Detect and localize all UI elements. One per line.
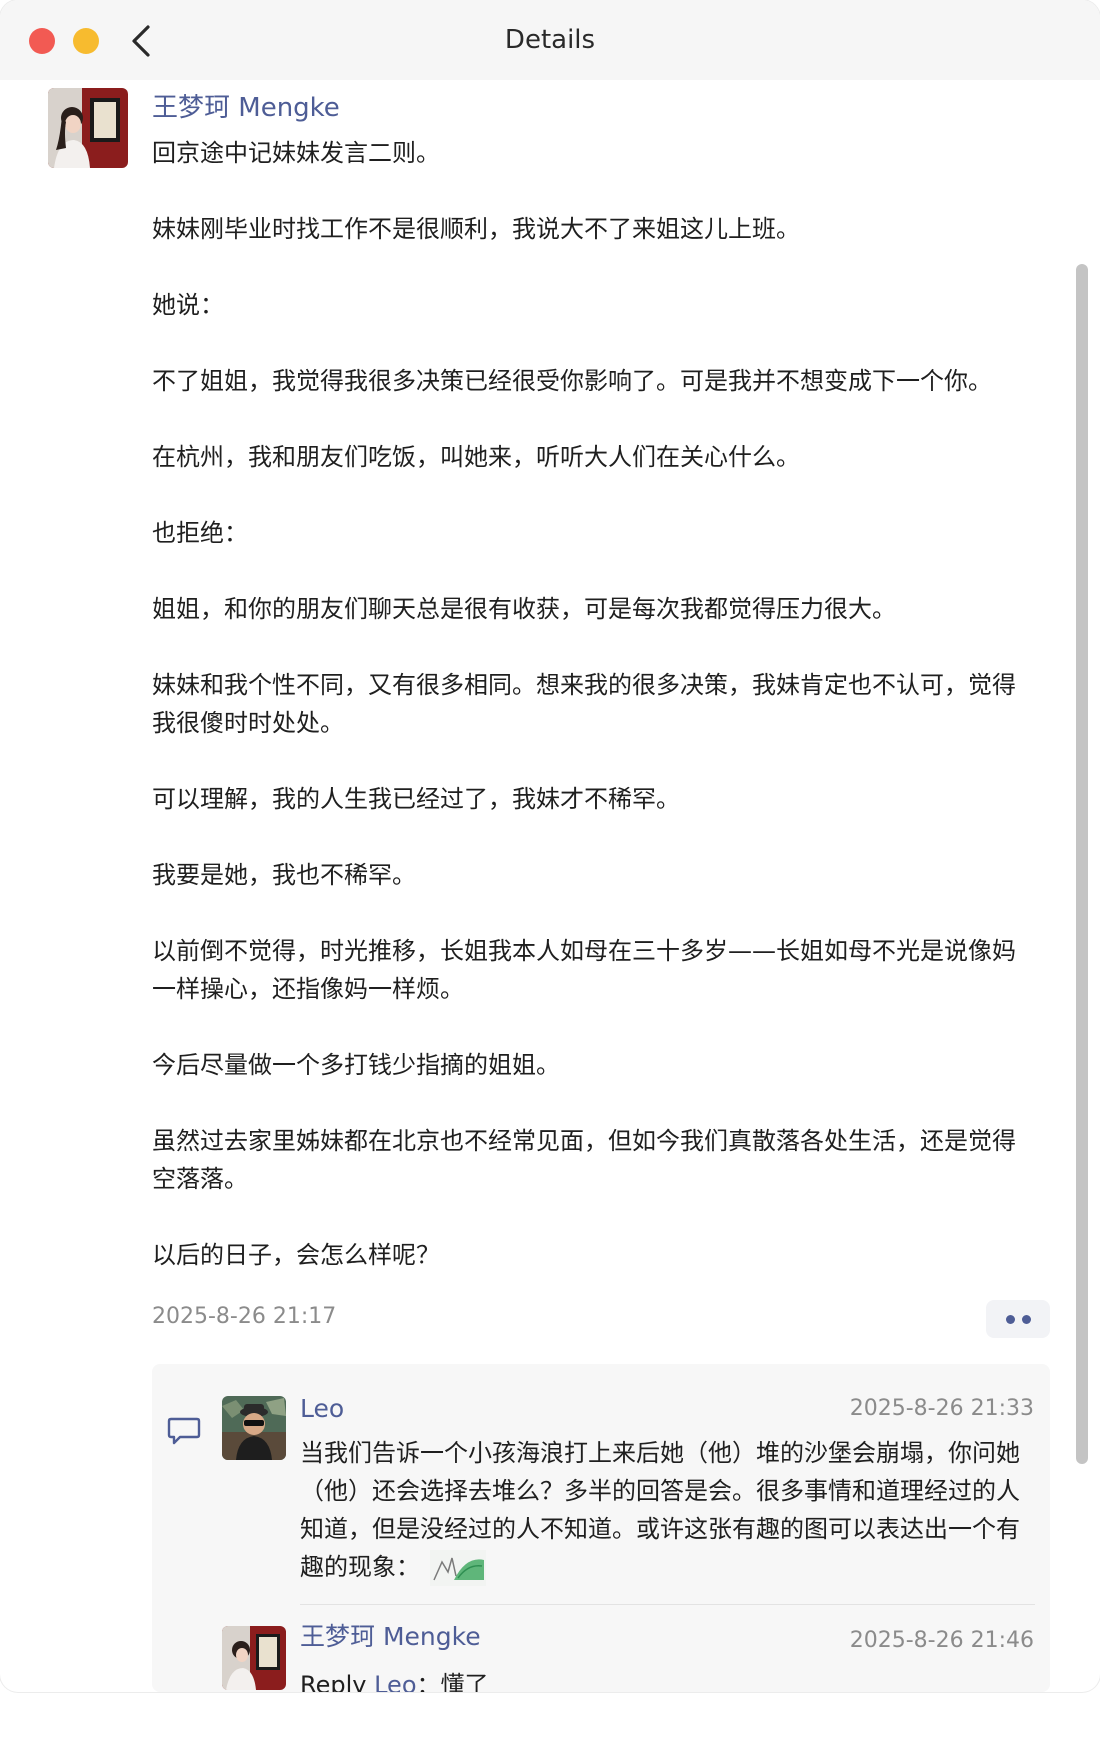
comment-timestamp: 2025-8-26 21:33	[849, 1396, 1034, 1421]
more-dot-icon	[1006, 1315, 1015, 1324]
post-paragraph: 回京途中记妹妹发言二则。	[152, 139, 440, 167]
post-paragraph: 姐姐，和你的朋友们聊天总是很有收获，可是每次我都觉得压力很大。	[152, 595, 896, 623]
post-paragraph: 也拒绝：	[152, 519, 248, 547]
post-paragraph: 可以理解，我的人生我已经过了，我妹才不稀罕。	[152, 785, 680, 813]
post-paragraph: 不了姐姐，我觉得我很多决策已经很受你影响了。可是我并不想变成下一个你。	[152, 367, 992, 395]
author-avatar[interactable]	[48, 88, 128, 168]
post-paragraph: 虽然过去家里姊妹都在北京也不经常见面，但如今我们真散落各处生活，还是觉得空落落。	[152, 1127, 1016, 1193]
more-options-button[interactable]	[986, 1300, 1050, 1338]
author-avatar-image	[48, 88, 128, 168]
more-dot-icon	[1022, 1315, 1031, 1324]
post-paragraph: 在杭州，我和朋友们吃饭，叫她来，听听大人们在关心什么。	[152, 443, 800, 471]
window-title: Details	[504, 25, 596, 55]
commenter-avatar[interactable]	[222, 1396, 286, 1460]
post-paragraph: 今后尽量做一个多打钱少指摘的姐姐。	[152, 1051, 560, 1079]
comment-bubble-icon	[167, 1417, 201, 1445]
commenter-avatar-image	[222, 1626, 286, 1690]
post-paragraph: 妹妹和我个性不同，又有很多相同。想来我的很多决策，我妹肯定也不认可，觉得我很傻时…	[152, 671, 1016, 737]
comment-image-thumbnail[interactable]	[430, 1550, 486, 1586]
reply-text: Reply Leo：懂了	[300, 1666, 489, 1692]
scrollbar-thumb[interactable]	[1076, 264, 1088, 1464]
post-paragraph: 以前倒不觉得，时光推移，长姐我本人如母在三十多岁——长姐如母不光是说像妈一样操心…	[152, 937, 1016, 1003]
comment-divider	[300, 1604, 1035, 1605]
commenter-avatar[interactable]	[222, 1626, 286, 1690]
post-body: 回京途中记妹妹发言二则。 妹妹刚毕业时找工作不是很顺利，我说大不了来姐这儿上班。…	[152, 134, 1032, 1312]
post-paragraph: 以后的日子，会怎么样呢？	[152, 1241, 440, 1269]
commenter-avatar-image	[222, 1396, 286, 1460]
details-window: Details 王梦珂 Mengke 回京途中记妹妹发言二则。 妹妹刚毕业时找工…	[0, 0, 1100, 1692]
title-bar: Details	[0, 0, 1100, 80]
comment-text: 当我们告诉一个小孩海浪打上来后她（他）堆的沙堡会崩塌，你问她（他）还会选择去堆么…	[300, 1434, 1035, 1586]
post-paragraph: 她说：	[152, 291, 224, 319]
reply-content: ：懂了	[416, 1671, 489, 1692]
post-author-name[interactable]: 王梦珂 Mengke	[152, 90, 340, 126]
post-timestamp: 2025-8-26 21:17	[152, 1304, 337, 1329]
commenter-name[interactable]: Leo	[300, 1392, 344, 1426]
comment-text-content: 当我们告诉一个小孩海浪打上来后她（他）堆的沙堡会崩塌，你问她（他）还会选择去堆么…	[300, 1439, 1020, 1581]
comments-panel: Leo 2025-8-26 21:33 当我们告诉一个小孩海浪打上来后她（他）堆…	[152, 1364, 1050, 1692]
reply-target-link[interactable]: Leo	[374, 1671, 416, 1692]
reply-author-name[interactable]: 王梦珂 Mengke	[300, 1620, 481, 1654]
reply-prefix: Reply	[300, 1671, 375, 1692]
post-paragraph: 我要是她，我也不稀罕。	[152, 861, 416, 889]
reply-timestamp: 2025-8-26 21:46	[849, 1628, 1034, 1653]
post-paragraph: 妹妹刚毕业时找工作不是很顺利，我说大不了来姐这儿上班。	[152, 215, 800, 243]
